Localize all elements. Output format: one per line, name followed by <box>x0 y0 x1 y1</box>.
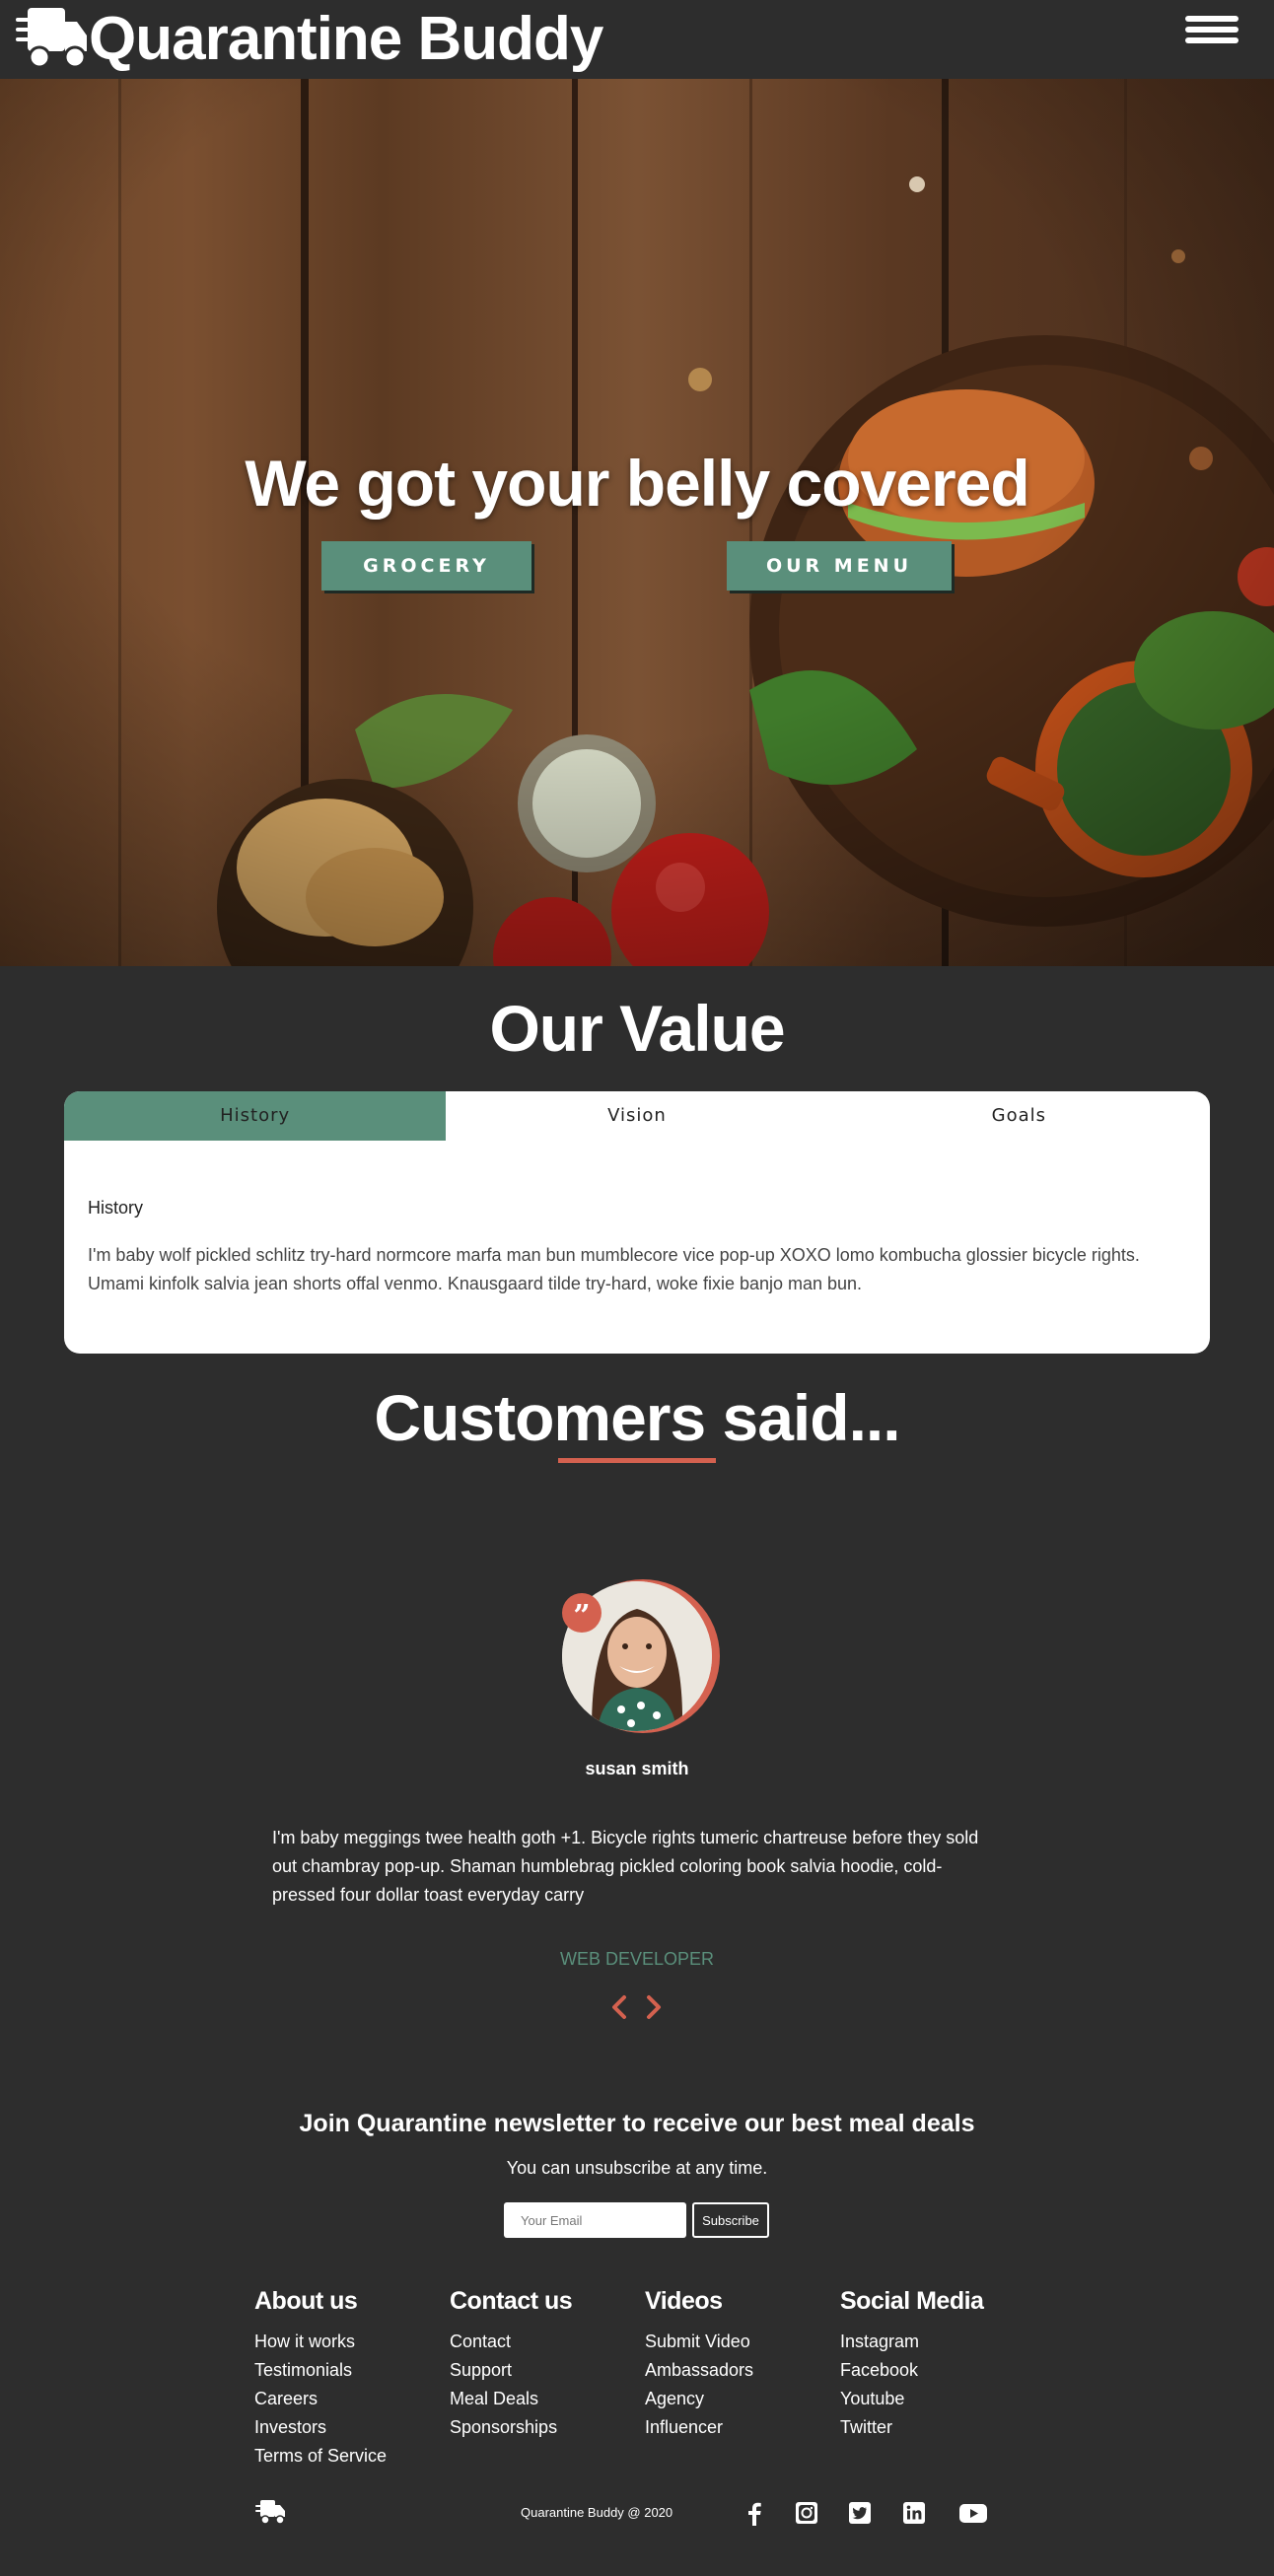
our-value-title: Our Value <box>489 992 785 1065</box>
tab-content-heading: History <box>88 1198 144 1218</box>
top-navbar: Quarantine Buddy <box>0 0 1274 79</box>
footer-link[interactable]: Twitter <box>840 2413 983 2442</box>
facebook-icon[interactable] <box>742 2500 767 2526</box>
footer-link[interactable]: Careers <box>254 2385 387 2413</box>
grocery-button[interactable]: GROCERY <box>321 541 531 591</box>
footer-link[interactable]: Instagram <box>840 2328 983 2356</box>
newsletter-title: Join Quarantine newsletter to receive ou… <box>299 2110 975 2137</box>
footer-heading-about: About us <box>254 2287 358 2315</box>
footer-link[interactable]: Sponsorships <box>450 2413 572 2442</box>
tab-content-text: I'm baby wolf pickled schlitz try-hard n… <box>88 1245 1140 1293</box>
footer-link[interactable]: Investors <box>254 2413 387 2442</box>
footer-heading-videos: Videos <box>645 2287 723 2315</box>
hamburger-menu-icon[interactable] <box>1185 16 1239 47</box>
instagram-icon[interactable] <box>794 2500 819 2526</box>
customer-avatar-wrapper: ” <box>562 1579 720 1737</box>
value-tabs-header: History Vision Goals <box>64 1091 1210 1141</box>
tab-goals[interactable]: Goals <box>828 1091 1210 1141</box>
truck-icon[interactable] <box>14 6 89 69</box>
footer-heading-contact: Contact us <box>450 2287 573 2315</box>
subscribe-button[interactable]: Subscribe <box>692 2202 769 2238</box>
chevron-right-icon[interactable] <box>642 1992 666 2022</box>
tab-history[interactable]: History <box>64 1091 447 1141</box>
customer-role: WEB DEVELOPER <box>559 1949 715 1969</box>
footer-link[interactable]: Submit Video <box>645 2328 753 2356</box>
youtube-icon[interactable] <box>958 2500 988 2526</box>
copyright-text: Quarantine Buddy @ 2020 <box>521 2505 673 2520</box>
linkedin-icon[interactable] <box>901 2500 927 2526</box>
tab-content: History I'm baby wolf pickled schlitz tr… <box>64 1141 1210 1298</box>
email-field[interactable] <box>504 2202 686 2238</box>
hero-background-image <box>0 79 1274 966</box>
footer-link[interactable]: Facebook <box>840 2356 983 2385</box>
footer-link[interactable]: Youtube <box>840 2385 983 2413</box>
customer-name: susan smith <box>585 1759 689 1778</box>
footer-column-about: About us How it works Testimonials Caree… <box>254 2287 387 2471</box>
footer-column-social: Social Media Instagram Facebook Youtube … <box>840 2287 984 2442</box>
footer-heading-social: Social Media <box>840 2287 984 2315</box>
title-underline <box>558 1458 716 1463</box>
hero-headline: We got your belly covered <box>245 447 1029 520</box>
newsletter-subtitle: You can unsubscribe at any time. <box>506 2158 768 2178</box>
testimonial-text: I'm baby meggings twee health goth +1. B… <box>272 1828 979 1905</box>
twitter-icon[interactable] <box>847 2500 873 2526</box>
truck-icon[interactable] <box>254 2499 286 2525</box>
brand-name[interactable]: Quarantine Buddy <box>89 2 603 77</box>
hero-section: We got your belly covered GROCERY OUR ME… <box>0 79 1274 966</box>
footer-link[interactable]: Ambassadors <box>645 2356 753 2385</box>
footer-link[interactable]: How it works <box>254 2328 387 2356</box>
footer-link[interactable]: Support <box>450 2356 572 2385</box>
tab-vision[interactable]: Vision <box>446 1091 827 1141</box>
chevron-left-icon[interactable] <box>607 1992 631 2022</box>
footer-link[interactable]: Agency <box>645 2385 753 2413</box>
footer-column-videos: Videos Submit Video Ambassadors Agency I… <box>645 2287 753 2442</box>
footer-link[interactable]: Influencer <box>645 2413 753 2442</box>
value-tabs-card: History Vision Goals History I'm baby wo… <box>64 1091 1210 1354</box>
our-menu-button[interactable]: OUR MENU <box>727 541 952 591</box>
quote-icon: ” <box>562 1593 602 1634</box>
footer-link[interactable]: Testimonials <box>254 2356 387 2385</box>
customers-title: Customers said... <box>374 1381 900 1454</box>
footer-column-contact: Contact us Contact Support Meal Deals Sp… <box>450 2287 573 2442</box>
footer-link[interactable]: Terms of Service <box>254 2442 387 2471</box>
footer-link[interactable]: Meal Deals <box>450 2385 572 2413</box>
footer-link[interactable]: Contact <box>450 2328 572 2356</box>
